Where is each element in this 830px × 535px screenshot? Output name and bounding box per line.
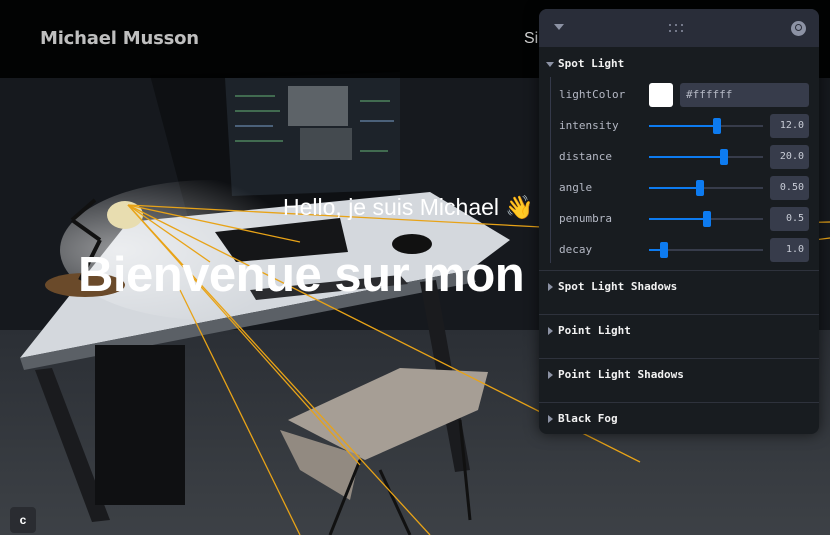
slider-handle[interactable] xyxy=(696,180,705,196)
folder-spot-light-shadows[interactable]: Spot Light Shadows xyxy=(539,271,819,314)
drag-handle-icon[interactable] xyxy=(669,22,689,34)
slider-track[interactable] xyxy=(649,211,763,227)
folder-title: Point Light Shadows xyxy=(558,368,684,381)
corner-button[interactable]: c xyxy=(10,507,36,533)
slider-track[interactable] xyxy=(649,149,763,165)
chevron-down-icon[interactable] xyxy=(546,62,554,67)
slider-handle[interactable] xyxy=(720,149,729,165)
slider-handle[interactable] xyxy=(713,118,722,134)
collapse-icon[interactable] xyxy=(554,24,564,30)
folder-point-light-shadows[interactable]: Point Light Shadows xyxy=(539,359,819,402)
hero-title: Bienvenue sur mon p xyxy=(78,248,567,302)
pc-tower xyxy=(95,345,185,505)
folder-title[interactable]: Spot Light xyxy=(558,57,624,70)
slider-handle[interactable] xyxy=(703,211,712,227)
folder-black-fog[interactable]: Black Fog xyxy=(539,403,819,434)
slider-track[interactable] xyxy=(649,118,763,134)
slider-fill xyxy=(649,218,708,220)
slider-value-input[interactable]: 0.50 xyxy=(770,176,809,200)
slider-fill xyxy=(649,156,725,158)
slider-track[interactable] xyxy=(649,180,763,196)
debug-gui-panel: Spot Light lightColor #ffffff intensity … xyxy=(539,9,819,434)
slider-value-input[interactable]: 20.0 xyxy=(770,145,809,169)
chevron-right-icon xyxy=(548,283,553,291)
panel-header[interactable] xyxy=(539,9,819,47)
slider-value-input[interactable]: 0.5 xyxy=(770,207,809,231)
color-hex-input[interactable]: #ffffff xyxy=(680,83,809,107)
folder-title: Spot Light Shadows xyxy=(558,280,678,293)
hero-greeting: Hello, je suis Michael 👋 xyxy=(283,194,535,220)
slider-fill xyxy=(649,187,701,189)
site-brand[interactable]: Michael Musson xyxy=(40,28,199,49)
search-icon[interactable] xyxy=(791,21,806,36)
slider-value-input[interactable]: 1.0 xyxy=(770,238,809,262)
slider-label: penumbra xyxy=(559,212,612,225)
light-color-label: lightColor xyxy=(559,88,626,101)
nav-link-partial[interactable]: Si xyxy=(524,30,538,48)
chevron-right-icon xyxy=(548,327,553,335)
slider-value-input[interactable]: 12.0 xyxy=(770,114,809,138)
slider-label: intensity xyxy=(559,119,619,132)
slider-fill xyxy=(649,125,718,127)
chevron-right-icon xyxy=(548,415,553,423)
color-swatch[interactable] xyxy=(649,83,673,107)
folder-indent-line xyxy=(550,77,551,263)
slider-label: angle xyxy=(559,181,593,194)
slider-label: decay xyxy=(559,243,593,256)
slider-track[interactable] xyxy=(649,242,763,258)
chevron-right-icon xyxy=(548,371,553,379)
folder-title: Black Fog xyxy=(558,412,618,425)
slider-handle[interactable] xyxy=(659,242,668,258)
slider-label: distance xyxy=(559,150,612,163)
folder-title: Point Light xyxy=(558,324,631,337)
folder-point-light[interactable]: Point Light xyxy=(539,315,819,358)
